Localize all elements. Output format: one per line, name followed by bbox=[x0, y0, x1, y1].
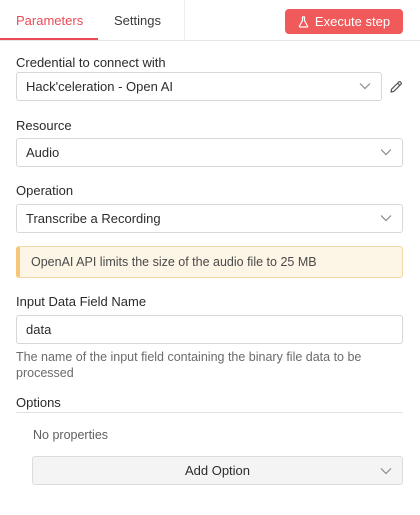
add-option-label: Add Option bbox=[184, 463, 251, 478]
credential-label: Credential to connect with bbox=[16, 55, 166, 70]
input-data-field-value: data bbox=[26, 322, 52, 337]
node-parameters-panel: Parameters Settings Execute step Credent… bbox=[0, 0, 420, 515]
tab-settings[interactable]: Settings bbox=[114, 0, 161, 40]
options-divider bbox=[16, 412, 403, 413]
execute-step-button[interactable]: Execute step bbox=[285, 9, 403, 34]
notice-text: OpenAI API limits the size of the audio … bbox=[31, 255, 317, 269]
file-size-notice: OpenAI API limits the size of the audio … bbox=[16, 246, 403, 278]
chevron-down-icon bbox=[380, 149, 392, 156]
input-data-field-label: Input Data Field Name bbox=[16, 294, 147, 309]
input-data-field-hint: The name of the input field containing t… bbox=[16, 350, 362, 380]
active-tab-indicator bbox=[0, 38, 98, 40]
panel-header: Parameters Settings Execute step bbox=[0, 0, 420, 41]
execute-step-label: Execute step bbox=[314, 14, 391, 29]
resource-value: Audio bbox=[26, 145, 60, 160]
operation-label: Operation bbox=[16, 183, 74, 198]
chevron-down-icon bbox=[380, 468, 392, 475]
credential-value: Hack'celeration - Open AI bbox=[26, 79, 173, 94]
tab-parameters[interactable]: Parameters bbox=[16, 0, 83, 40]
add-option-button[interactable]: Add Option bbox=[32, 456, 403, 485]
resource-select[interactable]: Audio bbox=[16, 138, 403, 167]
options-label: Options bbox=[16, 395, 61, 410]
edit-credential-icon[interactable] bbox=[389, 80, 403, 94]
resource-label: Resource bbox=[16, 118, 72, 133]
operation-value: Transcribe a Recording bbox=[26, 211, 161, 226]
operation-select[interactable]: Transcribe a Recording bbox=[16, 204, 403, 233]
no-properties-text: No properties bbox=[33, 428, 109, 442]
flask-icon bbox=[298, 15, 309, 28]
chevron-down-icon bbox=[380, 215, 392, 222]
header-divider bbox=[184, 0, 185, 40]
chevron-down-icon bbox=[359, 83, 371, 90]
input-data-field-input[interactable]: data bbox=[16, 315, 403, 344]
credential-select[interactable]: Hack'celeration - Open AI bbox=[16, 72, 382, 101]
